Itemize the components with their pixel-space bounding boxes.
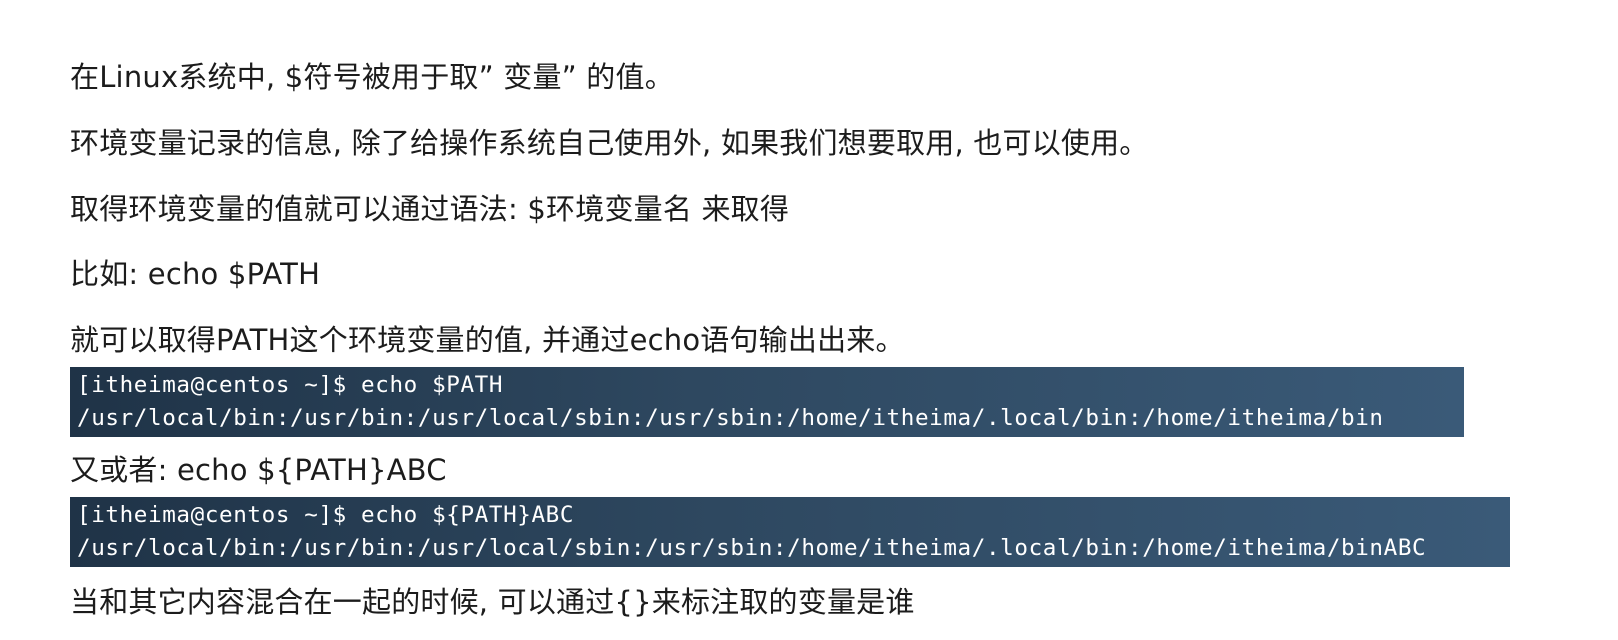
paragraph-alternative: 又或者: echo ${PATH}ABC [70,453,447,487]
paragraph-env-info: 环境变量记录的信息, 除了给操作系统自己使用外, 如果我们想要取用, 也可以使用… [70,126,1149,160]
paragraph-dollar-intro: 在Linux系统中, $符号被用于取” 变量” 的值。 [70,60,674,94]
terminal-command: [itheima@centos ~]$ echo ${PATH}ABC [77,502,575,528]
paragraph-braces-note: 当和其它内容混合在一起的时候, 可以通过{}来标注取的变量是谁 [70,585,915,619]
terminal-command: [itheima@centos ~]$ echo $PATH [77,372,504,398]
terminal-block-braces: [itheima@centos ~]$ echo ${PATH}ABC /usr… [70,497,1510,567]
paragraph-syntax: 取得环境变量的值就可以通过语法: $环境变量名 来取得 [70,192,790,226]
paragraph-explanation: 就可以取得PATH这个环境变量的值, 并通过echo语句输出出来。 [70,323,905,357]
paragraph-example: 比如: echo $PATH [70,257,321,291]
terminal-output: /usr/local/bin:/usr/bin:/usr/local/sbin:… [77,535,1427,561]
terminal-block-path: [itheima@centos ~]$ echo $PATH /usr/loca… [70,367,1464,437]
terminal-output: /usr/local/bin:/usr/bin:/usr/local/sbin:… [77,405,1384,431]
